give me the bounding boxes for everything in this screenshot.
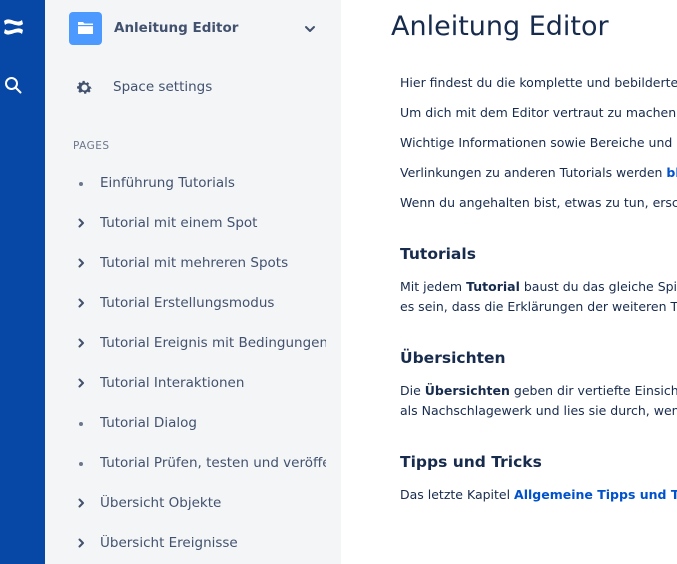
heading-tutorials: Tutorials (400, 245, 476, 263)
page-tree-item-label: Tutorial Ereignis mit Bedingungen (100, 335, 326, 351)
uebersichten-bold-term: Übersichten (424, 383, 510, 398)
gear-icon (77, 80, 92, 94)
chevron-right-icon[interactable] (75, 377, 87, 389)
bullet-icon (79, 422, 83, 426)
tutorials-paragraph-line-1: Mit jedem Tutorial baust du das gleiche … (400, 279, 677, 294)
page-tree-item[interactable]: Tutorial Erstellungsmodus (75, 292, 337, 332)
intro-paragraph-3: Wichtige Informationen sowie Bereiche un… (400, 135, 677, 150)
space-settings-label: Space settings (113, 79, 213, 95)
page-tree-item[interactable]: Übersicht Ereignisse (75, 532, 337, 564)
page-tree: Einführung Tutorials Tutorial mit einem S… (75, 172, 337, 564)
bullet-icon (79, 182, 83, 186)
page-tree-item[interactable]: Tutorial Dialog (75, 412, 337, 452)
page-tree-item-label: Einführung Tutorials (100, 175, 235, 191)
page-tree-item[interactable]: Tutorial mit mehreren Spots (75, 252, 337, 292)
bullet-icon (79, 462, 83, 466)
chevron-right-icon[interactable] (75, 537, 87, 549)
heading-uebersichten: Übersichten (400, 349, 506, 367)
main-content: Anleitung Editor Hier findest du die kom… (341, 0, 677, 564)
space-header[interactable]: Anleitung Editor (69, 12, 329, 46)
tutorials-paragraph-line-2: es sein, dass die Erklärungen der weiter… (400, 299, 677, 314)
page-tree-item[interactable]: Übersicht Objekte (75, 492, 337, 532)
uebersichten-text-suffix: geben dir vertiefte Einsichte (509, 383, 677, 398)
page-tree-item-label: Tutorial Interaktionen (100, 375, 245, 391)
chevron-right-icon[interactable] (75, 257, 87, 269)
confluence-logo-icon[interactable] (2, 15, 24, 39)
intro-paragraph-1: Hier findest du die komplette und bebild… (400, 75, 677, 90)
page-tree-item[interactable]: Tutorial mit einem Spot (75, 212, 337, 252)
inline-link[interactable]: bl (666, 165, 677, 180)
page-tree-item-label: Übersicht Ereignisse (100, 535, 238, 551)
intro-paragraph-5: Wenn du angehalten bist, etwas zu tun, e… (400, 195, 677, 210)
space-settings-link[interactable]: Space settings (75, 76, 315, 100)
page-tree-item-label: Übersicht Objekte (100, 495, 222, 511)
page-tree-item-label: Tutorial Erstellungsmodus (100, 295, 275, 311)
chevron-right-icon[interactable] (75, 497, 87, 509)
page-tree-item-label: Tutorial Dialog (100, 415, 197, 431)
page-tree-item-label: Tutorial mit mehreren Spots (100, 255, 289, 271)
uebersichten-paragraph-line-1: Die Übersichten geben dir vertiefte Eins… (400, 383, 677, 398)
page-tree-item[interactable]: Tutorial Ereignis mit Bedingungen (75, 332, 337, 372)
chevron-down-icon[interactable] (303, 22, 317, 36)
pages-heading: PAGES (73, 140, 110, 152)
page-tree-item[interactable]: Einführung Tutorials (75, 172, 337, 212)
search-icon[interactable] (4, 76, 22, 94)
intro-paragraph-2: Um dich mit dem Editor vertraut zu mache… (400, 105, 677, 120)
tipps-paragraph: Das letzte Kapitel Allgemeine Tipps und … (400, 487, 677, 502)
page-tree-item-label: Tutorial Prüfen, testen und veröffentl (100, 455, 326, 471)
chevron-right-icon[interactable] (75, 297, 87, 309)
space-sidebar: Anleitung Editor Space settings PAGES Ei… (45, 0, 341, 564)
tutorials-text-prefix: Mit jedem (400, 279, 467, 294)
page-tree-item-label: Tutorial mit einem Spot (100, 215, 258, 231)
uebersichten-paragraph-line-2: als Nachschlagewerk und lies sie durch, … (400, 403, 677, 418)
page-tree-item[interactable]: Tutorial Prüfen, testen und veröffentl (75, 452, 337, 492)
page-title: Anleitung Editor (391, 11, 609, 42)
tipps-text-prefix: Das letzte Kapitel (400, 487, 515, 502)
folder-icon (78, 22, 93, 34)
tutorials-bold-term: Tutorial (466, 279, 520, 294)
space-name[interactable]: Anleitung Editor (114, 20, 238, 36)
tutorials-text-suffix: baust du das gleiche Spie (519, 279, 677, 294)
tipps-link[interactable]: Allgemeine Tipps und Tric (514, 487, 677, 502)
heading-tipps: Tipps und Tricks (400, 453, 542, 471)
chevron-right-icon[interactable] (75, 217, 87, 229)
page-tree-item[interactable]: Tutorial Interaktionen (75, 372, 337, 412)
global-nav-rail (0, 0, 45, 564)
uebersichten-text-prefix: Die (400, 383, 425, 398)
intro-paragraph-4: Verlinkungen zu anderen Tutorials werden… (400, 165, 677, 180)
chevron-right-icon[interactable] (75, 337, 87, 349)
space-avatar[interactable] (69, 12, 102, 45)
links-line-text: Verlinkungen zu anderen Tutorials werden (400, 165, 667, 180)
